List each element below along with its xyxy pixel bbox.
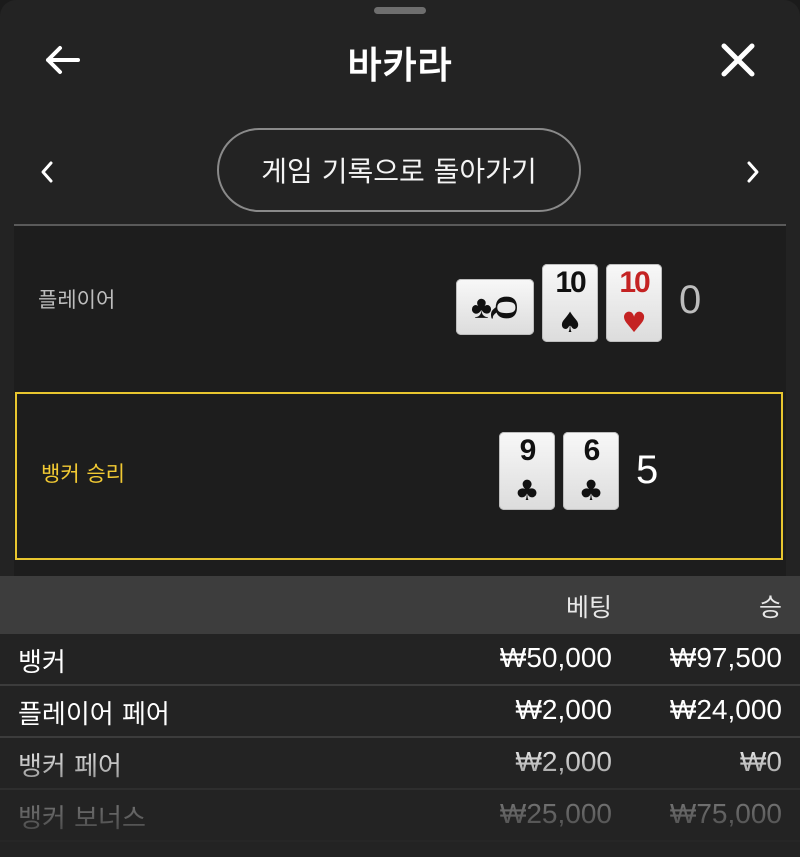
bet-amount: ₩50,000 [499,642,612,673]
bet-amount: ₩2,000 [515,746,613,777]
player-card-1: ♣ Q [456,279,534,335]
banker-score: 5 [636,448,659,492]
table-row: 플레이어 페어 ₩2,000 ₩24,000 [0,686,800,738]
bet-name: 플레이어 페어 [18,700,170,730]
card-suit: ♣ [578,474,604,507]
drag-handle[interactable] [374,7,426,14]
bet-name: 뱅커 페어 [18,752,122,782]
column-header-bet: 베팅 [565,593,612,622]
page-title: 바카라 [347,44,453,87]
baccarat-detail-panel: 바카라 게임 기록으로 돌아가기 플레이어 ♣ Q 10 ♠ 10 ♥ 0 뱅커… [0,0,800,857]
table-row: 뱅커 보너스 ₩25,000 ₩75,000 [0,790,800,842]
chevron-right-icon [747,161,759,183]
bet-amount: ₩2,000 [515,694,613,725]
player-score: 0 [679,278,702,322]
close-icon [721,43,755,77]
player-card-3: 10 ♥ [606,264,662,342]
player-label: 플레이어 [38,288,116,312]
table-row: 뱅커 페어 ₩2,000 ₩0 [0,738,800,790]
card-rank: 10 [555,266,586,299]
win-amount: ₩97,500 [669,642,782,673]
bet-name: 뱅커 보너스 [18,804,146,834]
player-card-2: 10 ♠ [542,264,598,342]
chevron-left-icon [41,161,53,183]
hands-area: 플레이어 ♣ Q 10 ♠ 10 ♥ 0 뱅커 승리 9 ♣ 6 ♣ 5 [14,226,786,576]
card-rank: 6 [583,434,601,467]
header: 바카라 [0,20,800,100]
previous-round-button[interactable] [30,150,64,194]
table-row: 뱅커 ₩50,000 ₩97,500 [0,634,800,686]
bet-amount: ₩25,000 [499,798,612,829]
card-rank: 10 [619,266,650,299]
card-rank: 9 [519,434,537,467]
close-button[interactable] [714,38,762,82]
column-header-win: 승 [758,593,782,622]
banker-card-2: 6 ♣ [563,432,619,510]
bets-table-header: 베팅 승 [0,576,800,634]
card-suit: ♣ [514,474,540,507]
back-to-history-button[interactable]: 게임 기록으로 돌아가기 [217,128,581,212]
win-amount: ₩75,000 [669,798,782,829]
card-suit: ♠ [557,306,583,339]
next-round-button[interactable] [736,150,770,194]
win-amount: ₩0 [740,746,782,777]
card-rank: Q [488,294,525,320]
banker-winner-box: 뱅커 승리 9 ♣ 6 ♣ 5 [15,392,783,560]
win-amount: ₩24,000 [669,694,782,725]
banker-card-1: 9 ♣ [499,432,555,510]
card-suit: ♥ [621,306,647,339]
banker-label: 뱅커 승리 [41,462,125,486]
bet-name: 뱅커 [18,648,66,678]
